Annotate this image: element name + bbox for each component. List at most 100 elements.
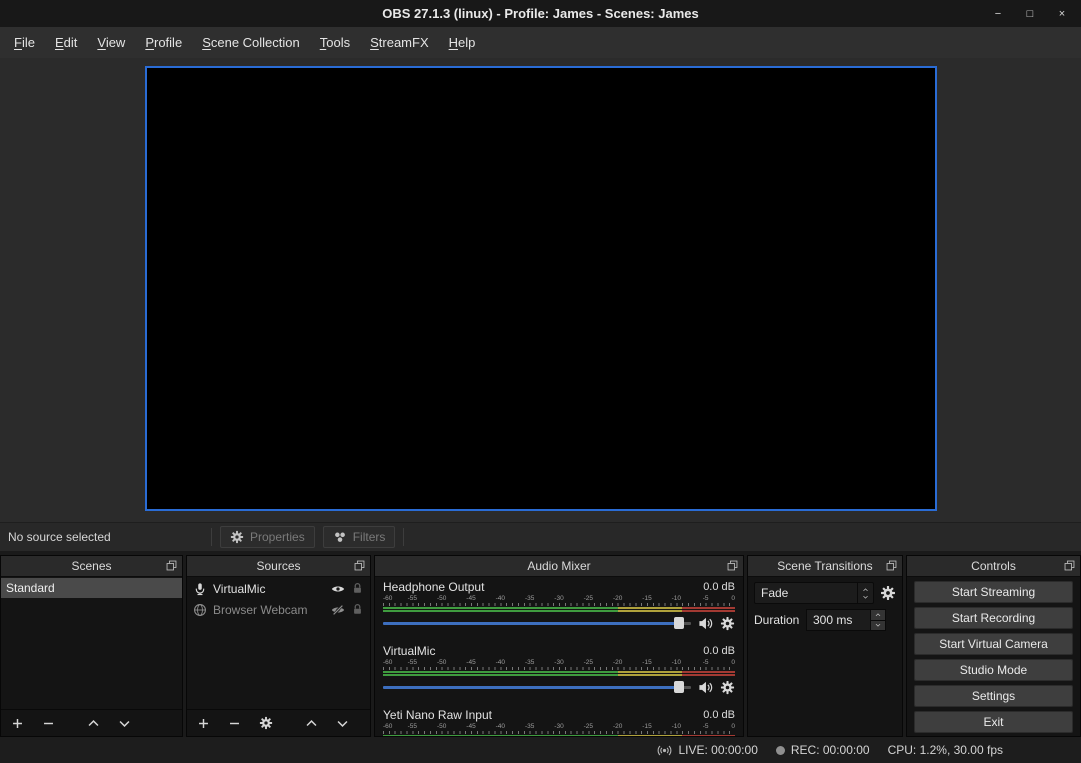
transition-select[interactable]: Fade bbox=[754, 582, 874, 604]
properties-button[interactable]: Properties bbox=[220, 526, 315, 548]
volume-meter-right bbox=[383, 610, 735, 612]
minimize-icon[interactable]: − bbox=[991, 8, 1005, 20]
start-recording-button[interactable]: Start Recording bbox=[914, 607, 1073, 629]
meter-tick: -45 bbox=[466, 659, 475, 666]
meter-scale: -60 -55 -50 -45 -40 -35 -30 -25 -20 -15 … bbox=[383, 659, 735, 667]
volume-slider[interactable] bbox=[383, 680, 691, 694]
meter-tick: -25 bbox=[584, 595, 593, 602]
meter-tick: -60 bbox=[383, 723, 392, 730]
volume-slider-handle[interactable] bbox=[674, 617, 684, 629]
scenes-dock-toolbar bbox=[1, 709, 182, 736]
meter-tick: -20 bbox=[613, 659, 622, 666]
meter-tick: -20 bbox=[613, 595, 622, 602]
spin-down-button[interactable] bbox=[871, 621, 885, 631]
gear-icon[interactable] bbox=[720, 680, 735, 695]
move-down-icon[interactable] bbox=[118, 717, 131, 730]
meter-tick: -30 bbox=[554, 723, 563, 730]
duration-value: 300 ms bbox=[807, 610, 870, 630]
meter-tick: -40 bbox=[496, 659, 505, 666]
popout-icon[interactable] bbox=[885, 559, 898, 572]
start-streaming-button[interactable]: Start Streaming bbox=[914, 581, 1073, 603]
lock-icon[interactable] bbox=[351, 603, 364, 616]
exit-button[interactable]: Exit bbox=[914, 711, 1073, 733]
meter-tick: 0 bbox=[731, 659, 735, 666]
eye-slash-icon[interactable] bbox=[331, 603, 345, 617]
gear-icon[interactable] bbox=[720, 616, 735, 631]
settings-button[interactable]: Settings bbox=[914, 685, 1073, 707]
meter-tick: -50 bbox=[437, 595, 446, 602]
maximize-icon[interactable]: □ bbox=[1023, 8, 1037, 20]
preview-canvas[interactable] bbox=[145, 66, 937, 511]
menu-scene-collection[interactable]: Scene Collection bbox=[192, 27, 310, 58]
controls-dock-title: Controls bbox=[971, 559, 1016, 573]
source-toolbar: No source selected Properties Filters bbox=[0, 522, 1081, 551]
volume-slider-handle[interactable] bbox=[674, 681, 684, 693]
menu-tools[interactable]: Tools bbox=[310, 27, 360, 58]
menu-file[interactable]: File bbox=[4, 27, 45, 58]
live-icon bbox=[657, 743, 672, 758]
popout-icon[interactable] bbox=[726, 559, 739, 572]
volume-slider-track bbox=[383, 686, 691, 689]
meter-tick: 0 bbox=[731, 595, 735, 602]
toolbar-separator bbox=[211, 528, 212, 546]
eye-icon[interactable] bbox=[331, 582, 345, 596]
meter-tick: -15 bbox=[642, 723, 651, 730]
volume-slider-track bbox=[383, 622, 691, 625]
popout-icon[interactable] bbox=[353, 559, 366, 572]
gear-icon[interactable] bbox=[880, 585, 896, 601]
duration-spinbox[interactable]: 300 ms bbox=[806, 609, 886, 631]
audio-mixer-dock-header: Audio Mixer bbox=[375, 556, 743, 577]
close-icon[interactable]: × bbox=[1055, 8, 1069, 20]
audio-mixer-dock-title: Audio Mixer bbox=[527, 559, 590, 573]
meter-tick: -15 bbox=[642, 659, 651, 666]
speaker-icon[interactable] bbox=[698, 616, 713, 631]
speaker-icon[interactable] bbox=[698, 680, 713, 695]
move-up-icon[interactable] bbox=[87, 717, 100, 730]
menu-streamfx[interactable]: StreamFX bbox=[360, 27, 439, 58]
meter-tick-marks bbox=[383, 667, 735, 670]
meter-tick: -15 bbox=[642, 595, 651, 602]
remove-icon[interactable] bbox=[228, 717, 241, 730]
filters-button-label: Filters bbox=[353, 530, 386, 544]
mixer-channel-level: 0.0 dB bbox=[703, 645, 735, 657]
start-virtual-camera-button[interactable]: Start Virtual Camera bbox=[914, 633, 1073, 655]
live-time: LIVE: 00:00:00 bbox=[678, 743, 757, 757]
meter-tick: -60 bbox=[383, 659, 392, 666]
combo-arrows-icon[interactable] bbox=[857, 583, 873, 603]
volume-slider[interactable] bbox=[383, 616, 691, 630]
audio-mixer-dock: Audio Mixer Headphone Output 0.0 dB -60 … bbox=[374, 555, 744, 737]
scene-list-item-selected[interactable]: Standard bbox=[1, 578, 182, 598]
window-title: OBS 27.1.3 (linux) - Profile: James - Sc… bbox=[0, 6, 1081, 21]
lock-icon[interactable] bbox=[351, 582, 364, 595]
add-icon[interactable] bbox=[197, 717, 210, 730]
add-icon[interactable] bbox=[11, 717, 24, 730]
menu-help[interactable]: Help bbox=[439, 27, 486, 58]
meter-tick: -55 bbox=[408, 595, 417, 602]
menu-edit[interactable]: Edit bbox=[45, 27, 87, 58]
move-up-icon[interactable] bbox=[305, 717, 318, 730]
menu-profile[interactable]: Profile bbox=[135, 27, 192, 58]
toolbar-separator bbox=[403, 528, 404, 546]
meter-tick: -55 bbox=[408, 723, 417, 730]
meter-tick: -55 bbox=[408, 659, 417, 666]
source-list-item[interactable]: VirtualMic bbox=[187, 578, 370, 599]
filters-button[interactable]: Filters bbox=[323, 526, 396, 548]
meter-tick: -50 bbox=[437, 659, 446, 666]
move-down-icon[interactable] bbox=[336, 717, 349, 730]
remove-icon[interactable] bbox=[42, 717, 55, 730]
meter-tick: -10 bbox=[672, 595, 681, 602]
meter-tick: -10 bbox=[672, 723, 681, 730]
spin-up-button[interactable] bbox=[871, 610, 885, 621]
rec-time: REC: 00:00:00 bbox=[791, 743, 870, 757]
menu-bar: File Edit View Profile Scene Collection … bbox=[0, 27, 1081, 58]
popout-icon[interactable] bbox=[1063, 559, 1076, 572]
menu-view[interactable]: View bbox=[87, 27, 135, 58]
source-list-item[interactable]: Browser Webcam bbox=[187, 599, 370, 620]
studio-mode-button[interactable]: Studio Mode bbox=[914, 659, 1073, 681]
gear-icon[interactable] bbox=[259, 716, 273, 730]
popout-icon[interactable] bbox=[165, 559, 178, 572]
meter-tick: -25 bbox=[584, 659, 593, 666]
performance-stats: CPU: 1.2%, 30.00 fps bbox=[888, 743, 1003, 757]
meter-tick: -40 bbox=[496, 595, 505, 602]
meter-tick: -45 bbox=[466, 595, 475, 602]
